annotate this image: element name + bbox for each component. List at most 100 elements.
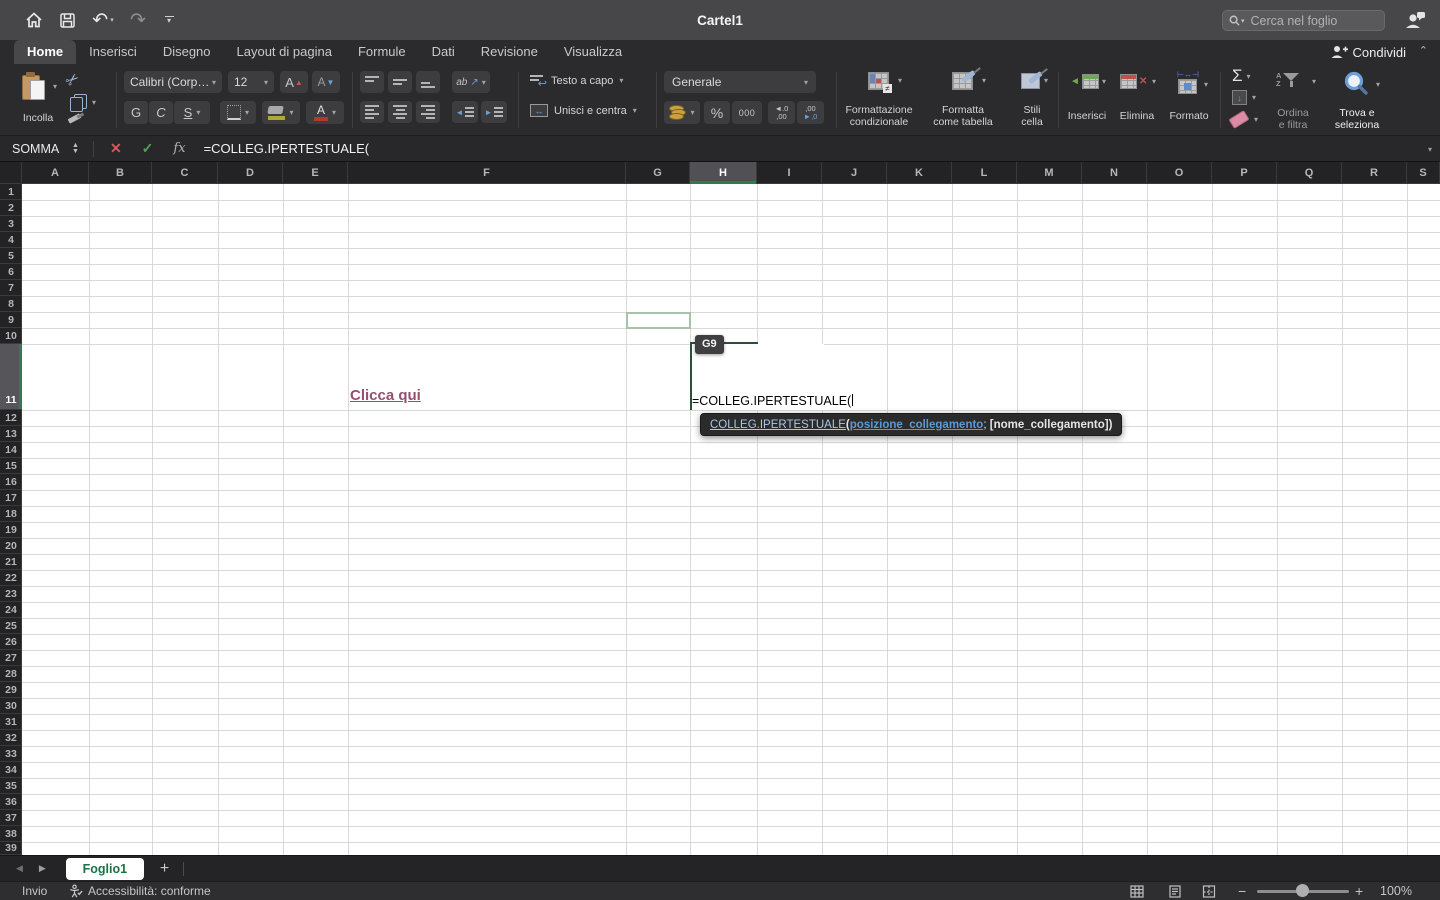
column-header-k[interactable]: K [887, 162, 952, 184]
column-header-l[interactable]: L [952, 162, 1017, 184]
column-header-j[interactable]: J [822, 162, 887, 184]
tab-formule[interactable]: Formule [345, 40, 419, 64]
increase-decimal-button[interactable]: ◄.0 ,00 [768, 101, 795, 124]
font-name-select[interactable]: Calibri (Corp… ▾ [124, 71, 222, 93]
decrease-indent-button[interactable]: ◄ [452, 101, 478, 123]
fill-button[interactable]: ↓ ▾ [1232, 90, 1256, 105]
column-header-s[interactable]: S [1407, 162, 1440, 184]
row-header-24[interactable]: 24 [0, 602, 22, 618]
align-right-button[interactable] [416, 101, 440, 123]
row-header-21[interactable]: 21 [0, 554, 22, 570]
row-header-4[interactable]: 4 [0, 232, 22, 248]
thousands-button[interactable]: 000 [732, 101, 762, 124]
page-break-view-icon[interactable] [1202, 882, 1216, 900]
search-scope-caret-icon[interactable]: ▾ [1241, 17, 1245, 25]
row-header-12[interactable]: 12 [0, 410, 22, 426]
format-as-table-button[interactable]: ▾ Formattacome tabella [922, 68, 1004, 132]
row-header-30[interactable]: 30 [0, 698, 22, 714]
italic-button[interactable]: C [149, 101, 173, 124]
column-header-c[interactable]: C [152, 162, 218, 184]
row-header-13[interactable]: 13 [0, 426, 22, 442]
number-format-select[interactable]: Generale ▾ [664, 71, 816, 93]
fill-color-button[interactable]: ▾ [262, 101, 300, 124]
row-header-6[interactable]: 6 [0, 264, 22, 280]
share-button[interactable]: Condividi [1331, 40, 1406, 64]
copy-caret-icon[interactable]: ▾ [92, 98, 96, 107]
row-header-31[interactable]: 31 [0, 714, 22, 730]
conditional-formatting-button[interactable]: ≠ ▾ Formattazionecondizionale [842, 68, 916, 132]
bold-button[interactable]: G [124, 101, 148, 124]
tab-disegno[interactable]: Disegno [150, 40, 224, 64]
tab-revisione[interactable]: Revisione [468, 40, 551, 64]
tab-home[interactable]: Home [14, 40, 76, 64]
row-header-25[interactable]: 25 [0, 618, 22, 634]
row-header-7[interactable]: 7 [0, 280, 22, 296]
align-left-button[interactable] [360, 101, 384, 123]
row-header-38[interactable]: 38 [0, 826, 22, 842]
format-cells-button[interactable]: ⊢↔⊣ ▾ Formato [1164, 68, 1214, 132]
align-center-button[interactable] [388, 101, 412, 123]
tab-visualizza[interactable]: Visualizza [551, 40, 635, 64]
column-header-a[interactable]: A [22, 162, 89, 184]
row-header-2[interactable]: 2 [0, 200, 22, 216]
column-headers[interactable]: ABCDEFGHIJKLMNOPQRS [22, 162, 1440, 184]
wrap-text-button[interactable]: ↩ Testo a capo ▾ [530, 74, 623, 87]
column-header-e[interactable]: E [283, 162, 348, 184]
row-header-18[interactable]: 18 [0, 506, 22, 522]
copy-icon[interactable] [70, 94, 87, 111]
delete-cells-button[interactable]: ✕ ▾ Elimina [1114, 68, 1160, 132]
row-header-1[interactable]: 1 [0, 184, 22, 200]
column-header-m[interactable]: M [1017, 162, 1082, 184]
row-header-5[interactable]: 5 [0, 248, 22, 264]
autosum-button[interactable]: Σ ▾ [1232, 66, 1251, 86]
column-header-r[interactable]: R [1342, 162, 1407, 184]
cancel-entry-icon[interactable]: ✕ [110, 140, 122, 157]
column-header-q[interactable]: Q [1277, 162, 1342, 184]
align-bottom-button[interactable] [416, 71, 440, 93]
row-header-33[interactable]: 33 [0, 746, 22, 762]
row-headers[interactable]: 1234567891011121314151617181920212223242… [0, 184, 22, 855]
row-header-32[interactable]: 32 [0, 730, 22, 746]
hyperlink-cell-text[interactable]: Clicca qui [350, 386, 421, 406]
zoom-in-button[interactable]: + [1355, 882, 1363, 900]
tab-dati[interactable]: Dati [419, 40, 468, 64]
sort-filter-button[interactable]: AZ ▾ Ordinae filtra [1264, 68, 1322, 132]
column-header-g[interactable]: G [626, 162, 690, 184]
column-header-n[interactable]: N [1082, 162, 1147, 184]
shrink-font-button[interactable]: A▼ [312, 71, 340, 93]
search-box[interactable]: ▾ [1222, 10, 1385, 31]
column-header-h[interactable]: H [690, 162, 757, 184]
clear-button[interactable]: ▾ [1230, 114, 1258, 125]
increase-indent-button[interactable]: ► [481, 101, 507, 123]
collapse-ribbon-icon[interactable]: ⌃ [1419, 44, 1428, 57]
find-select-button[interactable]: ▾ Trova eseleziona [1324, 68, 1390, 132]
confirm-entry-icon[interactable]: ✓ [142, 140, 154, 157]
decrease-decimal-button[interactable]: ,00 ►,0 [797, 101, 824, 124]
currency-button[interactable]: ▾ [664, 101, 700, 124]
name-box-stepper[interactable]: ▲▼ [72, 143, 79, 155]
format-painter-icon[interactable] [68, 116, 81, 124]
row-header-9[interactable]: 9 [0, 312, 22, 328]
tooltip-arg1[interactable]: posizione_collegamento [850, 419, 984, 431]
row-header-19[interactable]: 19 [0, 522, 22, 538]
formula-input[interactable]: =COLLEG.IPERTESTUALE( [204, 141, 370, 156]
align-middle-button[interactable] [388, 71, 412, 93]
cut-icon[interactable]: ✂ [61, 68, 84, 92]
search-input[interactable] [1249, 13, 1378, 29]
next-sheet-icon[interactable]: ▶ [39, 863, 46, 874]
percent-button[interactable]: % [704, 101, 730, 124]
row-header-34[interactable]: 34 [0, 762, 22, 778]
column-header-i[interactable]: I [757, 162, 822, 184]
page-layout-view-icon[interactable] [1168, 882, 1182, 900]
row-header-35[interactable]: 35 [0, 778, 22, 794]
prev-sheet-icon[interactable]: ◀ [16, 863, 23, 874]
zoom-out-button[interactable]: − [1238, 882, 1246, 900]
tab-layout-di-pagina[interactable]: Layout di pagina [224, 40, 345, 64]
paste-button[interactable]: ▾ Incolla [16, 70, 60, 128]
row-header-17[interactable]: 17 [0, 490, 22, 506]
sheet-tab-foglio1[interactable]: Foglio1 [66, 858, 144, 880]
name-box[interactable]: SOMMA [0, 142, 72, 156]
people-icon[interactable] [1402, 0, 1428, 40]
align-top-button[interactable] [360, 71, 384, 93]
insert-function-icon[interactable]: fx [173, 141, 185, 156]
